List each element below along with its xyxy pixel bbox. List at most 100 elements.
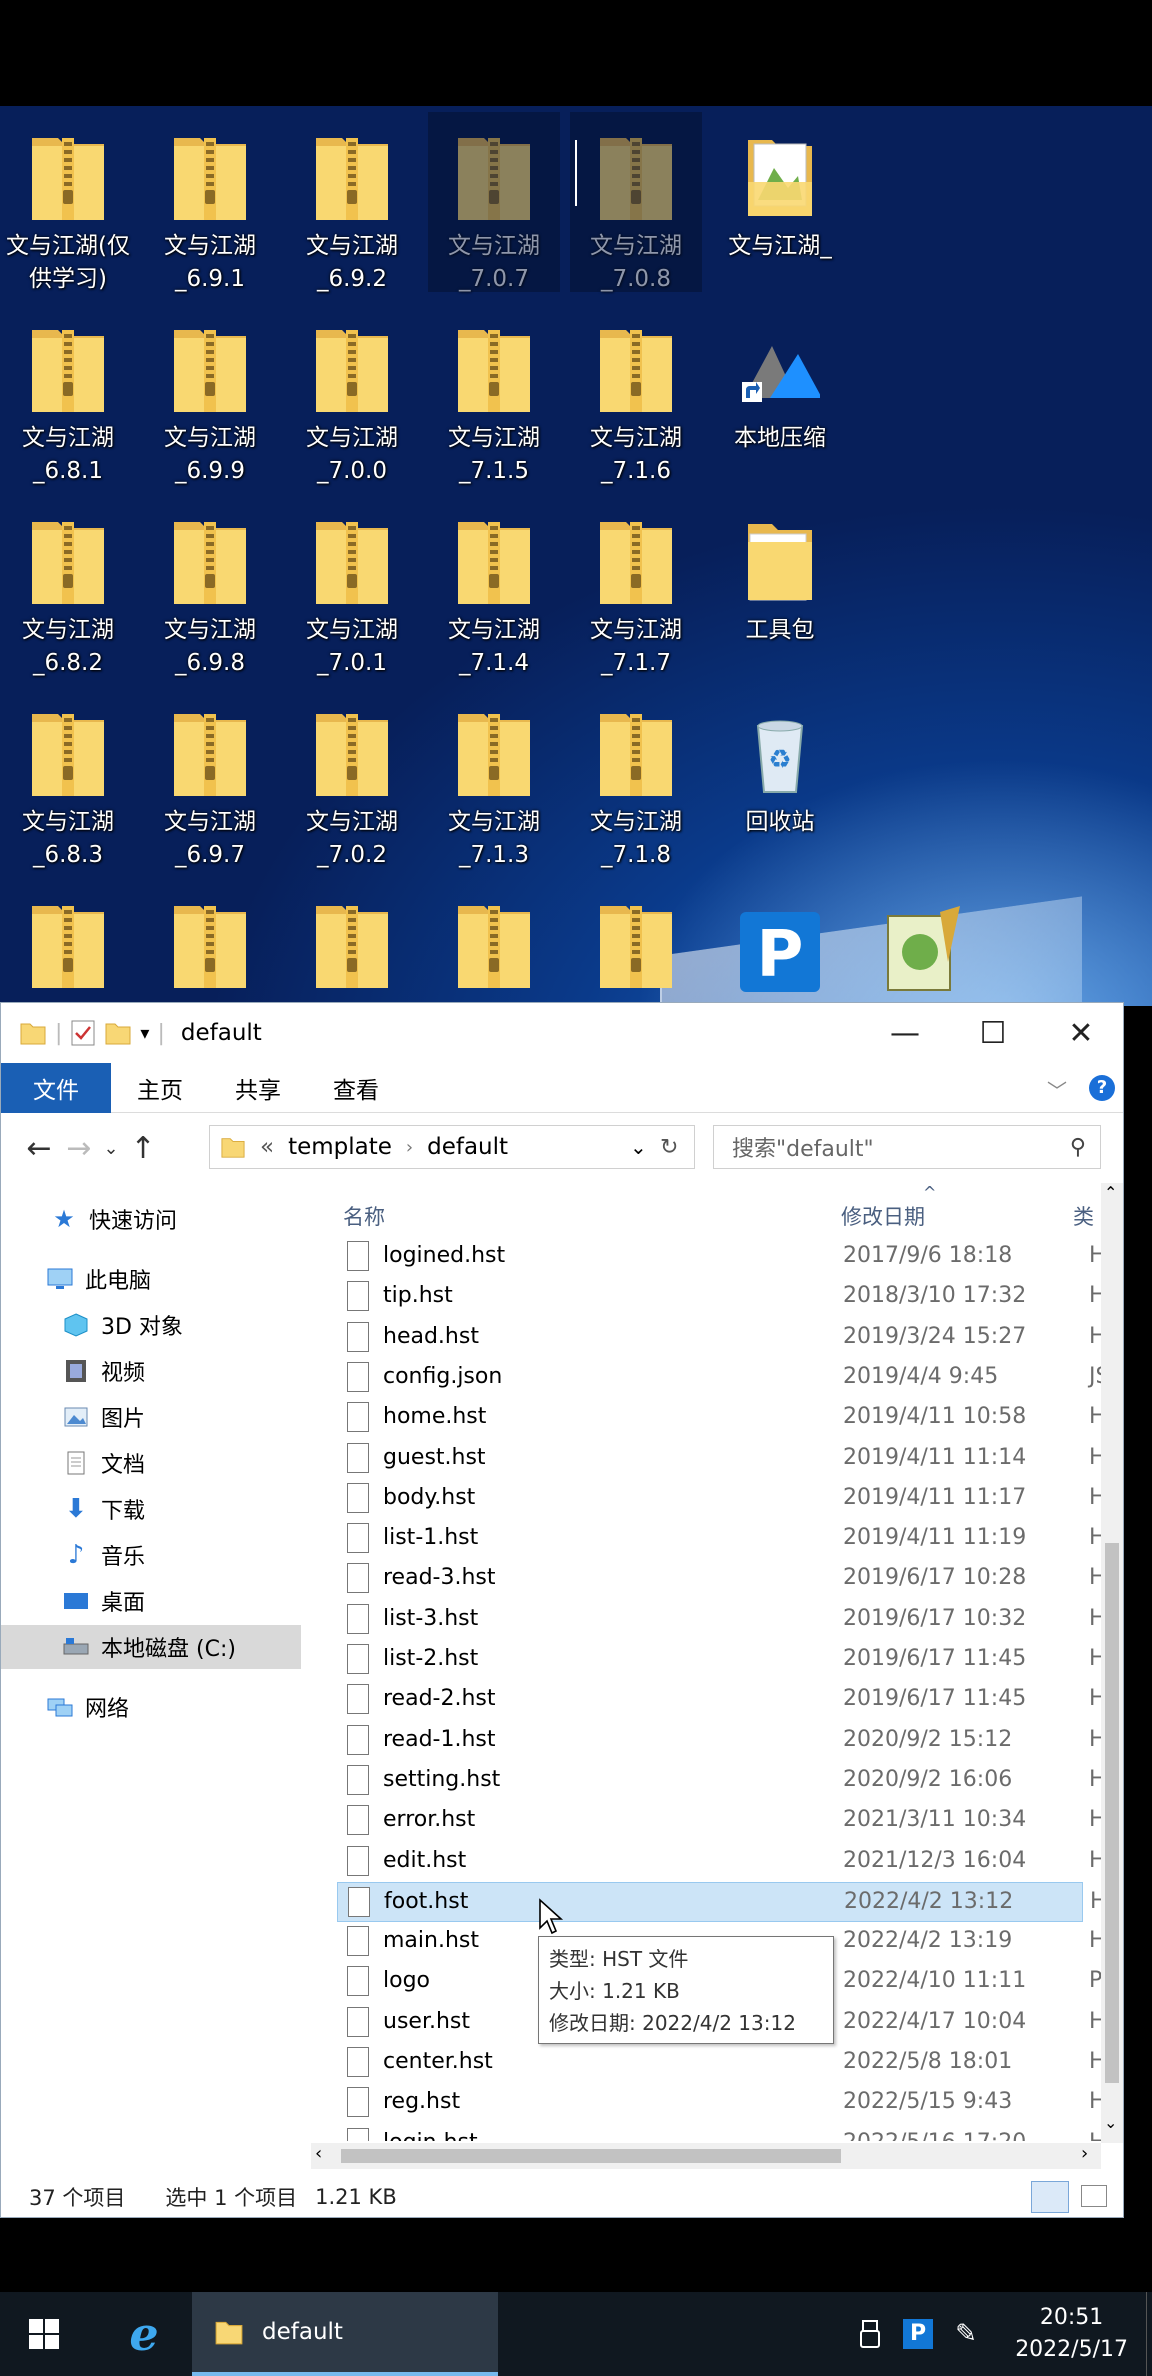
vertical-scrollbar[interactable]: ⌃ ⌄ — [1101, 1183, 1123, 2143]
details-view-icon[interactable] — [1031, 2181, 1069, 2213]
desktop-icon[interactable]: 文与江湖 _6.8.3 — [2, 688, 134, 868]
show-desktop-button[interactable] — [1146, 2292, 1152, 2376]
new-folder-icon[interactable] — [104, 1020, 132, 1046]
desktop-icon[interactable]: 文与江湖 _6.8.1 — [2, 304, 134, 484]
file-row[interactable]: tip.hst 2018/3/10 17:32 H — [337, 1277, 1106, 1317]
desktop-icon[interactable]: 文与江湖 _6.8.2 — [2, 496, 134, 676]
nav-item[interactable]: ⬇ 下载 — [1, 1487, 301, 1531]
usb-icon[interactable] — [850, 2292, 890, 2376]
desktop[interactable]: 文与江湖(仅 供学习) 文与江湖 _6.9.1 文与江湖 _6.9.2 文与江湖 _7… — [0, 106, 1152, 1006]
desktop-icon[interactable]: 工具包 — [714, 496, 846, 676]
file-row[interactable]: guest.hst 2019/4/11 11:14 H — [337, 1439, 1106, 1479]
tab-share[interactable]: 共享 — [209, 1063, 307, 1113]
file-row[interactable]: login.hst2022/5/16 17:20H — [337, 2124, 1106, 2141]
scroll-thumb[interactable] — [1105, 1543, 1119, 2083]
desktop-icon[interactable] — [858, 886, 990, 1004]
scroll-up-icon[interactable]: ⌃ — [1104, 1183, 1117, 1202]
address-dropdown-icon[interactable]: ⌄ — [630, 1135, 647, 1159]
desktop-icon[interactable]: ♻ 回收站 — [714, 688, 846, 868]
taskbar-explorer-window[interactable]: default — [192, 2292, 498, 2376]
nav-item[interactable]: 此电脑 — [1, 1257, 301, 1301]
address-part-default[interactable]: default — [427, 1134, 508, 1160]
desktop-icon[interactable]: 文与江湖 _6.9.2 — [286, 112, 418, 292]
scroll-down-icon[interactable]: ⌄ — [1104, 2113, 1117, 2132]
nav-item[interactable]: 3D 对象 — [1, 1303, 301, 1347]
file-row[interactable]: foot.hst 2022/4/2 13:12 H — [337, 1881, 1107, 1922]
column-name[interactable]: 名称 — [343, 1201, 385, 1231]
desktop-icon[interactable]: P — [714, 886, 846, 1004]
horizontal-scrollbar[interactable]: ‹ › — [311, 2143, 1101, 2169]
customize-toolbar-icon[interactable]: ▾ — [140, 1023, 149, 1044]
file-row[interactable]: list-1.hst 2019/4/11 11:19 H — [337, 1519, 1106, 1559]
nav-item[interactable]: 文档 — [1, 1441, 301, 1485]
tab-file[interactable]: 文件 — [1, 1062, 111, 1113]
column-type[interactable]: 类 — [1073, 1201, 1094, 1231]
nav-item[interactable]: 网络 — [1, 1685, 301, 1729]
file-row[interactable]: read-2.hst 2019/6/17 11:45 H — [337, 1680, 1106, 1720]
nav-item[interactable]: 桌面 — [1, 1579, 301, 1623]
address-overflow[interactable]: « — [260, 1134, 274, 1160]
recent-locations-button[interactable]: ⌄ — [99, 1115, 123, 1181]
minimize-button[interactable]: — — [861, 1003, 949, 1063]
file-row[interactable]: read-3.hst 2019/6/17 10:28 H — [337, 1559, 1106, 1599]
desktop-icon[interactable]: 文与江湖 _7.1.4 — [428, 496, 560, 676]
desktop-icon[interactable]: 文与江湖 _6.9.7 — [144, 688, 276, 868]
nav-item[interactable]: ♪ 音乐 — [1, 1533, 301, 1577]
address-part-template[interactable]: template — [288, 1134, 392, 1160]
nav-item[interactable]: 图片 — [1, 1395, 301, 1439]
file-row[interactable]: home.hst 2019/4/11 10:58 H — [337, 1398, 1106, 1438]
desktop-icon[interactable]: 文与江湖 _7.0.1 — [286, 496, 418, 676]
expand-ribbon-icon[interactable]: ﹀ — [1047, 1075, 1067, 1104]
chevron-right-icon[interactable]: › — [406, 1137, 413, 1158]
file-row[interactable]: head.hst 2019/3/24 15:27 H — [337, 1318, 1106, 1358]
nav-item[interactable]: ★ 快速访问 — [1, 1197, 301, 1241]
address-bar[interactable]: « template › default ⌄ ↻ — [209, 1125, 695, 1169]
desktop-icon[interactable] — [2, 880, 134, 998]
desktop-icon[interactable]: 文与江湖 _7.1.6 — [570, 304, 702, 484]
scroll-left-icon[interactable]: ‹ — [315, 2143, 322, 2164]
large-icons-view-icon[interactable] — [1081, 2185, 1107, 2207]
internet-explorer-button[interactable]: e — [100, 2292, 188, 2376]
file-row[interactable]: error.hst 2021/3/11 10:34 H — [337, 1801, 1106, 1841]
desktop-icon[interactable]: 文与江湖 _7.0.2 — [286, 688, 418, 868]
search-icon[interactable]: ⚲ — [1070, 1135, 1086, 1160]
desktop-icon[interactable] — [570, 880, 702, 998]
up-button[interactable]: ↑ — [123, 1115, 163, 1181]
desktop-icon[interactable] — [428, 880, 560, 998]
desktop-icon[interactable]: 文与江湖 _7.1.3 — [428, 688, 560, 868]
pen-icon[interactable]: ✎ — [946, 2292, 986, 2376]
properties-icon[interactable] — [70, 1019, 96, 1047]
start-button[interactable] — [0, 2292, 88, 2376]
desktop-icon[interactable]: 文与江湖(仅 供学习) — [2, 112, 134, 292]
tray-app-icon[interactable]: P — [898, 2292, 938, 2376]
scroll-thumb[interactable] — [341, 2149, 841, 2163]
file-row[interactable]: list-2.hst 2019/6/17 11:45 H — [337, 1640, 1106, 1680]
desktop-icon[interactable] — [286, 880, 418, 998]
file-row[interactable]: list-3.hst 2019/6/17 10:32 H — [337, 1600, 1106, 1640]
file-row[interactable]: logined.hst 2017/9/6 18:18 H — [337, 1237, 1106, 1277]
maximize-button[interactable]: ☐ — [949, 1003, 1037, 1063]
desktop-icon[interactable] — [144, 880, 276, 998]
search-input[interactable]: 搜索"default" ⚲ — [713, 1125, 1101, 1169]
tab-view[interactable]: 查看 — [307, 1063, 405, 1113]
scroll-right-icon[interactable]: › — [1081, 2143, 1088, 2164]
title-bar[interactable]: | ▾ | default — ☐ ✕ — [1, 1003, 1123, 1063]
column-date-modified[interactable]: 修改日期 — [841, 1201, 925, 1231]
file-row[interactable]: edit.hst 2021/12/3 16:04 H — [337, 1842, 1106, 1882]
close-button[interactable]: ✕ — [1037, 1003, 1125, 1063]
desktop-icon[interactable]: 本地压缩 — [714, 304, 846, 484]
desktop-icon[interactable]: 文与江湖 _7.0.0 — [286, 304, 418, 484]
desktop-icon[interactable]: 文与江湖 _6.9.9 — [144, 304, 276, 484]
file-row[interactable]: reg.hst 2022/5/15 9:43 H — [337, 2083, 1106, 2123]
forward-button[interactable]: → — [59, 1115, 99, 1181]
desktop-icon[interactable]: 文与江湖 _7.0.8 — [570, 112, 702, 292]
refresh-icon[interactable]: ↻ — [660, 1135, 678, 1160]
desktop-icon[interactable]: 文与江湖 _7.1.8 — [570, 688, 702, 868]
desktop-icon[interactable]: 文与江湖 _6.9.1 — [144, 112, 276, 292]
file-row[interactable]: config.json 2019/4/4 9:45 JS — [337, 1358, 1109, 1398]
nav-item[interactable]: 视频 — [1, 1349, 301, 1393]
desktop-icon[interactable]: 文与江湖 _7.0.7 — [428, 112, 560, 292]
file-row[interactable]: center.hst 2022/5/8 18:01 H — [337, 2043, 1106, 2083]
help-icon[interactable]: ? — [1089, 1075, 1115, 1101]
file-row[interactable]: body.hst 2019/4/11 11:17 H — [337, 1479, 1106, 1519]
